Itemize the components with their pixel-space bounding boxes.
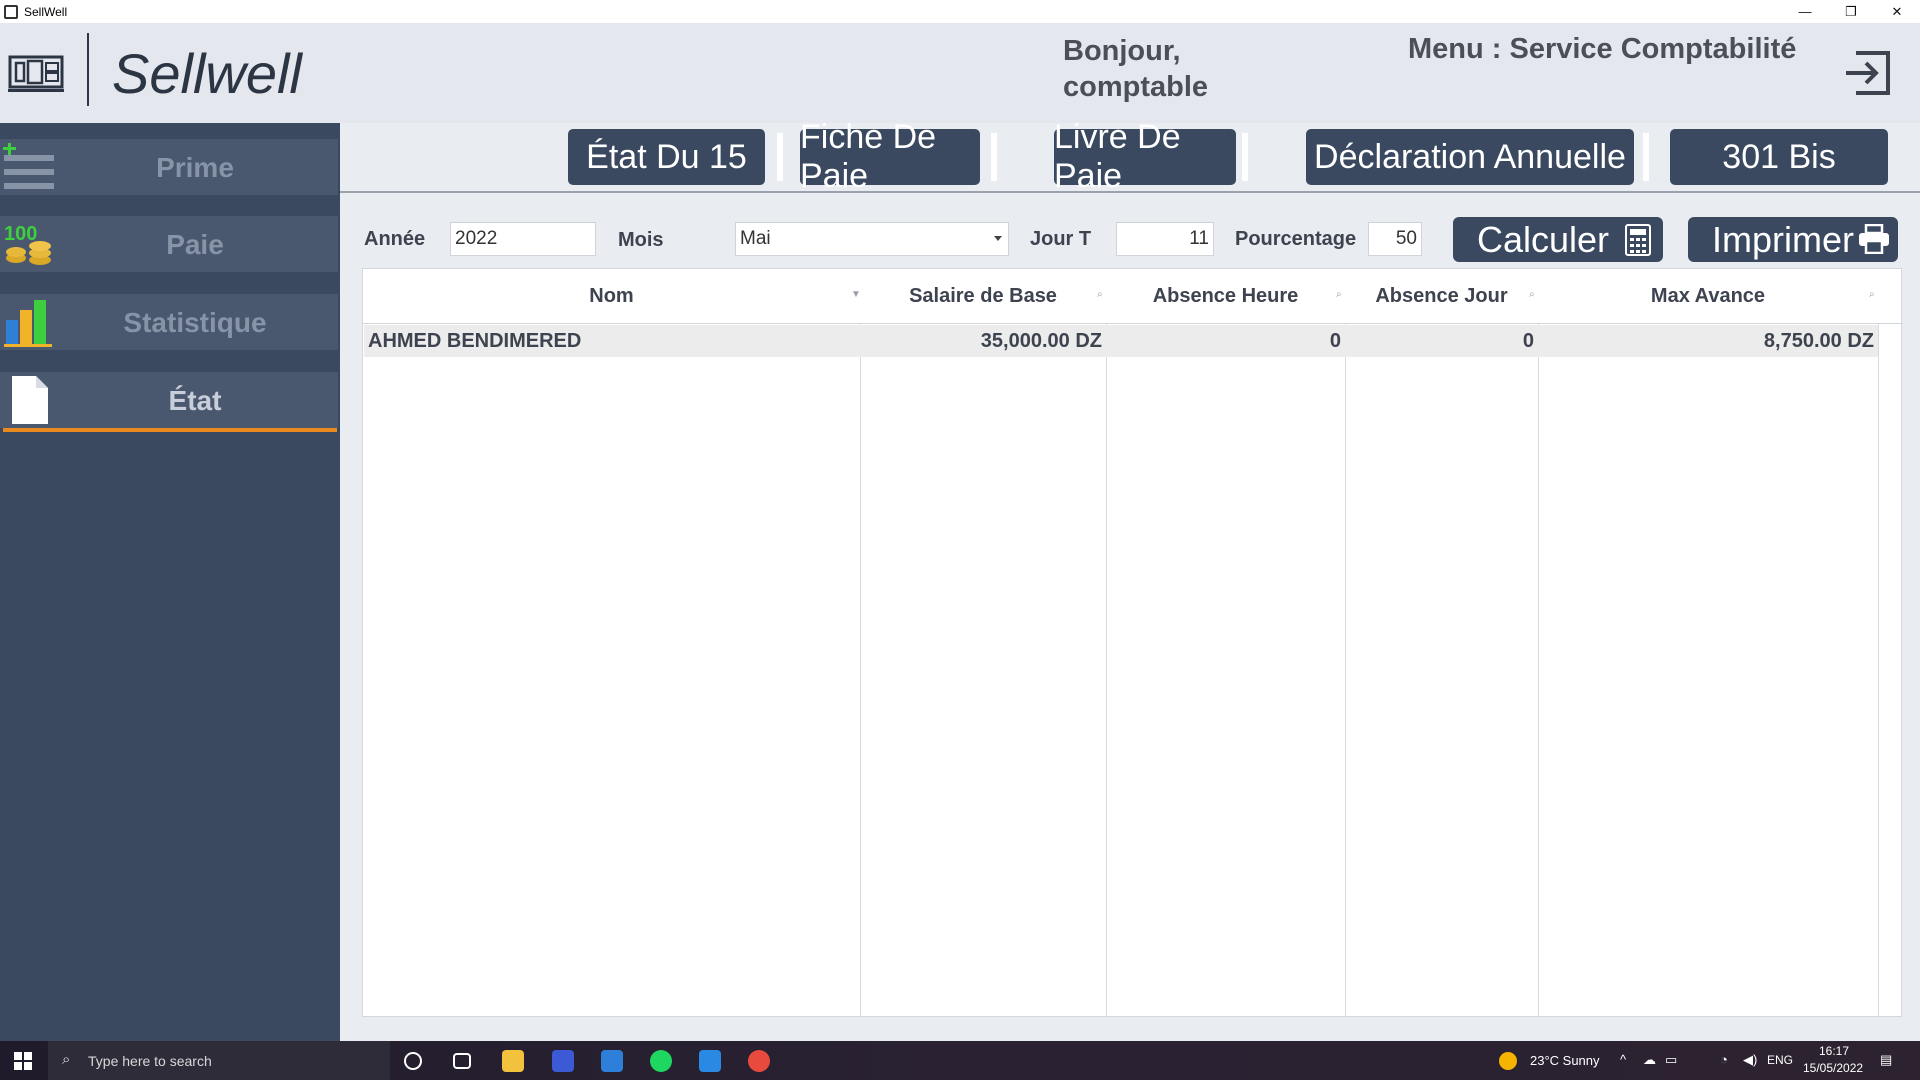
mois-value: Mai	[740, 228, 771, 249]
grid-header: Nom ▼ Salaire de Base ⌕ Absence Heure ⌕ …	[363, 269, 1903, 324]
onedrive-icon[interactable]: ☁	[1643, 1052, 1656, 1068]
jour-label: Jour T	[1030, 228, 1092, 250]
taskbar: ⌕ Type here to search 23°C Sunny ^ ☁ ▭ ◔…	[0, 1041, 1920, 1080]
minimize-button[interactable]: —	[1782, 0, 1828, 23]
column-divider	[1538, 324, 1539, 1017]
window-title: SellWell	[24, 4, 68, 19]
tab-bar: État Du 15 Fiche De Paie Livre De Paie D…	[340, 118, 1920, 195]
annee-input[interactable]: 2022	[450, 222, 596, 256]
file-explorer-icon[interactable]	[502, 1050, 524, 1072]
pourcentage-input[interactable]: 50	[1368, 222, 1422, 256]
column-divider	[860, 324, 861, 1017]
imprimer-button[interactable]: Imprimer	[1688, 217, 1898, 262]
logo-text: Sellwell	[112, 42, 302, 105]
language-indicator[interactable]: ENG	[1767, 1053, 1793, 1067]
calculer-button[interactable]: Calculer	[1453, 217, 1663, 262]
network-icon[interactable]: ◔	[1720, 1052, 1728, 1067]
mail-icon[interactable]	[699, 1050, 721, 1072]
weather-text[interactable]: 23°C Sunny	[1530, 1053, 1600, 1068]
column-header-absence-heure[interactable]: Absence Heure	[1106, 269, 1345, 324]
spotify-icon[interactable]	[650, 1050, 672, 1072]
calculator-icon	[1625, 224, 1651, 256]
jour-input[interactable]: 11	[1116, 222, 1214, 256]
cell-max-avance: 8,750.00 DZ	[1763, 329, 1874, 352]
active-indicator	[3, 428, 337, 432]
tab-separator	[777, 133, 783, 181]
column-divider	[1878, 324, 1879, 1017]
taskbar-search[interactable]: ⌕ Type here to search	[48, 1041, 390, 1080]
app-icon	[4, 4, 18, 19]
cell-salaire: 35,000.00 DZ	[980, 329, 1102, 352]
column-header-absence-jour[interactable]: Absence Jour	[1345, 269, 1538, 324]
logout-icon[interactable]	[1842, 49, 1894, 97]
column-divider	[1106, 324, 1107, 1017]
tray-chevron-icon[interactable]: ^	[1620, 1052, 1626, 1067]
pourcentage-label: Pourcentage	[1235, 228, 1357, 250]
tab-separator	[991, 133, 997, 181]
title-bar: SellWell — ❐ ✕	[0, 0, 1920, 23]
printer-icon	[1859, 224, 1889, 254]
tab-etat-du-15[interactable]: État Du 15	[568, 129, 765, 185]
clock-date[interactable]: 15/05/2022	[1803, 1061, 1863, 1075]
greeting-text: Bonjour, comptable	[1063, 35, 1209, 103]
mois-label: Mois	[618, 229, 664, 251]
chrome-icon[interactable]	[748, 1050, 770, 1072]
chevron-down-icon	[994, 236, 1002, 241]
store-icon[interactable]	[601, 1050, 623, 1072]
clock-time[interactable]: 16:17	[1819, 1044, 1849, 1058]
sidebar-item-label: Statistique	[123, 307, 267, 338]
tab-separator	[1643, 133, 1649, 181]
tab-livre-de-paie[interactable]: Livre De Paie	[1054, 118, 1236, 195]
column-header-nom[interactable]: Nom	[363, 269, 860, 324]
sidebar-item-statistique[interactable]: Statistique	[0, 294, 338, 350]
search-icon: ⌕	[62, 1051, 71, 1068]
close-button[interactable]: ✕	[1874, 0, 1920, 23]
cell-absence-jour: 0	[1522, 329, 1534, 352]
tab-declaration-annuelle[interactable]: Déclaration Annuelle	[1306, 129, 1634, 185]
sidebar-item-label: Paie	[166, 229, 224, 260]
weather-icon	[1499, 1052, 1517, 1070]
window-controls: — ❐ ✕	[1782, 0, 1920, 23]
logo-icon	[8, 55, 64, 92]
sidebar-item-label: Prime	[156, 152, 234, 183]
sidebar-item-paie[interactable]: 100 Paie	[0, 216, 338, 272]
cell-nom: AHMED BENDIMERED	[368, 329, 582, 352]
annee-label: Année	[364, 228, 426, 250]
column-header-salaire[interactable]: Salaire de Base	[860, 269, 1106, 324]
search-icon[interactable]: ⌕	[1869, 290, 1879, 300]
calculer-label: Calculer	[1477, 218, 1610, 260]
visual-studio-icon[interactable]	[552, 1050, 574, 1072]
sidebar-item-prime[interactable]: Prime	[0, 139, 338, 195]
volume-icon[interactable]: ◀)	[1743, 1052, 1757, 1068]
tab-fiche-de-paie[interactable]: Fiche De Paie	[800, 118, 980, 195]
sidebar-item-etat[interactable]: État	[0, 372, 338, 428]
menu-title: Menu : Service Comptabilité	[1408, 33, 1797, 65]
windows-start-icon[interactable]	[14, 1052, 32, 1070]
column-header-max-avance[interactable]: Max Avance	[1538, 269, 1878, 324]
task-view-icon[interactable]	[453, 1053, 471, 1069]
tab-301-bis[interactable]: 301 Bis	[1670, 129, 1888, 185]
cell-absence-heure: 0	[1329, 329, 1341, 352]
cortana-icon[interactable]	[404, 1052, 422, 1070]
data-grid: Nom ▼ Salaire de Base ⌕ Absence Heure ⌕ …	[362, 268, 1903, 1017]
table-row[interactable]: AHMED BENDIMERED 35,000.00 DZ 0 0 8,750.…	[364, 325, 1878, 357]
app-header: Sellwell Bonjour, comptable Menu : Servi…	[0, 23, 1920, 123]
restore-button[interactable]: ❐	[1828, 0, 1874, 23]
notifications-icon[interactable]: ▤	[1880, 1052, 1892, 1068]
imprimer-label: Imprimer	[1712, 218, 1854, 260]
logo-divider	[87, 33, 89, 106]
sidebar-item-label: État	[168, 385, 222, 416]
battery-icon[interactable]: ▭	[1665, 1052, 1677, 1068]
search-placeholder: Type here to search	[88, 1052, 212, 1069]
sidebar: Prime 100 Paie Statistique État	[0, 123, 340, 1041]
mois-select[interactable]: Mai	[735, 222, 1009, 256]
column-divider	[1345, 324, 1346, 1017]
tab-separator	[1242, 133, 1248, 181]
